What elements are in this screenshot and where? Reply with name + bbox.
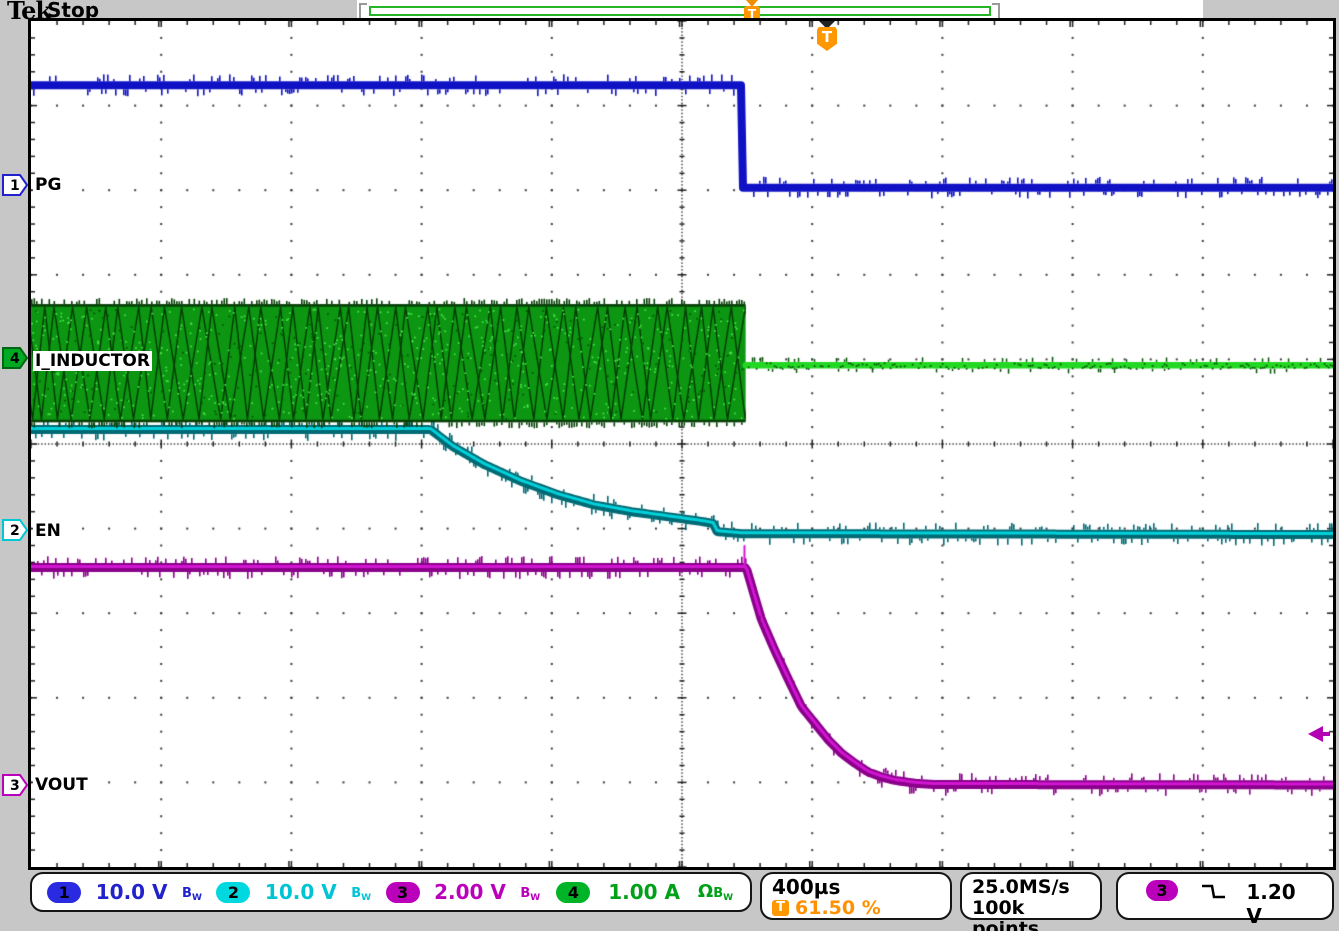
trace-label-vout: VOUT xyxy=(33,775,90,795)
channel-1-zero-marker[interactable]: 1 xyxy=(2,174,28,196)
timebase-scale: 400µs xyxy=(772,877,940,898)
trigger-readout-box[interactable]: 3 1.20 V xyxy=(1116,872,1334,920)
channel-2-scale: 10.0 V xyxy=(265,880,337,904)
bandwidth-limit-icon: BW xyxy=(351,882,371,903)
trace-label-inductor: I_INDUCTOR xyxy=(33,351,152,371)
trigger-position-readout: T 61.50 % xyxy=(772,898,940,918)
channel-1-readout[interactable]: 1 10.0 V BW xyxy=(40,880,209,904)
channel-4-badge[interactable]: 4 xyxy=(556,882,590,903)
record-length: 100k points xyxy=(972,898,1090,931)
record-view-bar xyxy=(369,6,991,16)
oscilloscope-screen: Tek Stop T 1 4 2 3 PG I_INDUCTOR EN VOUT… xyxy=(0,0,1339,931)
trigger-source-badge[interactable]: 3 xyxy=(1146,880,1178,901)
channel-3-number: 3 xyxy=(10,778,20,794)
bandwidth-limit-icon: BW xyxy=(182,882,202,903)
channel-1-number: 1 xyxy=(10,178,20,194)
channel-2-zero-marker[interactable]: 2 xyxy=(2,519,28,541)
trigger-level-marker[interactable] xyxy=(1308,726,1330,742)
channel-4-zero-marker[interactable]: 4 xyxy=(2,347,28,369)
bandwidth-limit-icon: BW xyxy=(713,882,733,903)
channel-1-scale: 10.0 V xyxy=(96,880,168,904)
trace-label-en: EN xyxy=(33,521,63,541)
trace-label-pg: PG xyxy=(33,175,63,195)
channel-4-coupling: ΩBW xyxy=(698,881,733,903)
trigger-level-arrow-icon xyxy=(1308,726,1323,742)
acquisition-readout-box[interactable]: 25.0MS/s 100k points xyxy=(960,872,1102,920)
channel-1-badge[interactable]: 1 xyxy=(47,882,81,903)
channel-3-scale: 2.00 V xyxy=(434,880,506,904)
ohm-coupling-icon: Ω xyxy=(698,881,713,902)
trigger-t-icon: T xyxy=(772,900,789,916)
channel-readouts-box[interactable]: 1 10.0 V BW 2 10.0 V BW 3 2.00 V BW 4 1.… xyxy=(30,872,752,912)
sample-rate: 25.0MS/s xyxy=(972,877,1090,898)
channel-2-readout[interactable]: 2 10.0 V BW xyxy=(209,880,378,904)
waveform-display xyxy=(31,21,1333,867)
graticule-area: PG I_INDUCTOR EN VOUT T xyxy=(28,18,1336,870)
channel-4-scale: 1.00 A xyxy=(608,880,680,904)
channel-4-readout[interactable]: 4 1.00 A ΩBW xyxy=(547,880,742,904)
channel-3-badge[interactable]: 3 xyxy=(386,882,420,903)
channel-3-zero-marker[interactable]: 3 xyxy=(2,774,28,796)
trigger-position-percent: 61.50 % xyxy=(795,898,881,918)
channel-3-readout[interactable]: 3 2.00 V BW xyxy=(378,880,547,904)
channel-2-badge[interactable]: 2 xyxy=(216,882,250,903)
falling-edge-icon xyxy=(1198,881,1226,903)
trigger-level-value: 1.20 V xyxy=(1246,880,1314,928)
bandwidth-limit-icon: BW xyxy=(520,882,540,903)
channel-4-number: 4 xyxy=(10,351,20,367)
trigger-level-arrow-stem xyxy=(1322,732,1330,736)
horizontal-readout-box[interactable]: 400µs T 61.50 % xyxy=(760,872,952,920)
channel-2-number: 2 xyxy=(10,523,20,539)
